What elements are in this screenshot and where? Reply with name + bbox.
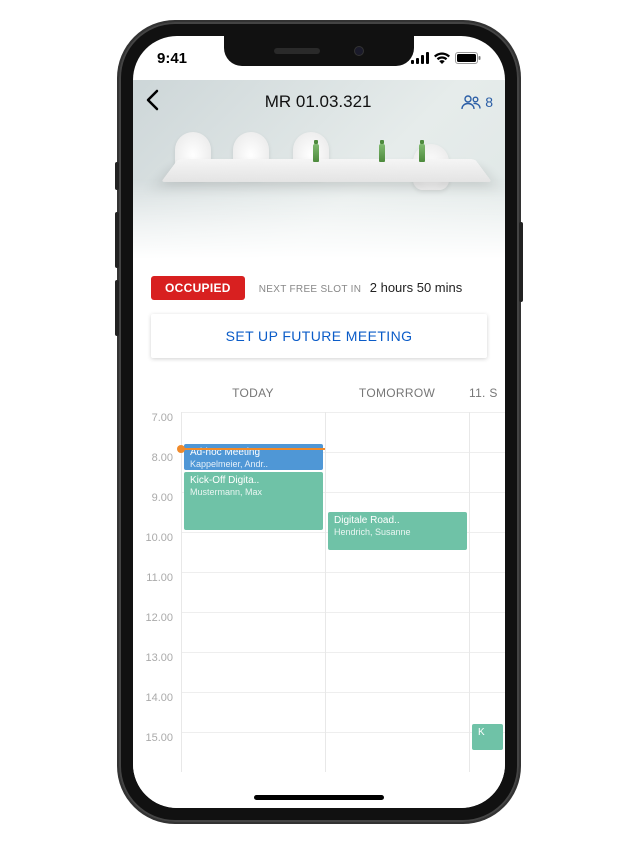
time-label: 9.00	[133, 492, 181, 532]
event-title: K	[478, 727, 497, 739]
time-column: 7.008.009.0010.0011.0012.0013.0014.0015.…	[133, 412, 181, 772]
phone-device-frame: 9:41	[119, 22, 519, 822]
hour-line	[326, 612, 469, 652]
current-time-indicator	[182, 448, 325, 450]
hour-line	[182, 572, 325, 612]
phone-camera	[354, 46, 364, 56]
hour-line	[182, 532, 325, 572]
calendar-grid: 7.008.009.0010.0011.0012.0013.0014.0015.…	[133, 412, 505, 772]
phone-screen: 9:41	[133, 36, 505, 808]
next-slot: NEXT FREE SLOT IN 2 hours 50 mins	[259, 279, 463, 297]
time-label: 14.00	[133, 692, 181, 732]
hour-line	[326, 732, 469, 772]
hour-line	[470, 572, 505, 612]
phone-notch	[224, 36, 414, 66]
event-organizer: Kappelmeier, Andr..	[190, 459, 317, 470]
day-header-tomorrow[interactable]: TOMORROW	[325, 386, 469, 400]
event-organizer: Hendrich, Susanne	[334, 527, 461, 538]
hour-line	[470, 612, 505, 652]
status-time: 9:41	[157, 50, 187, 67]
people-icon	[461, 94, 481, 110]
home-indicator[interactable]	[254, 795, 384, 800]
room-hero-image: MR 01.03.321 8	[133, 80, 505, 260]
phone-volume-up	[115, 212, 119, 268]
day-header-today[interactable]: TODAY	[181, 386, 325, 400]
next-slot-label: NEXT FREE SLOT IN	[259, 284, 362, 295]
time-label: 11.00	[133, 572, 181, 612]
calendar-event[interactable]: Kick-Off Digita..Mustermann, Max	[184, 472, 323, 530]
time-label: 12.00	[133, 612, 181, 652]
hour-line	[326, 572, 469, 612]
cellular-signal-icon	[411, 52, 429, 64]
calendar-event[interactable]: K	[472, 724, 503, 750]
time-label: 15.00	[133, 732, 181, 772]
hour-line	[326, 412, 469, 452]
hour-line	[470, 412, 505, 452]
day-column-tomorrow[interactable]: Digitale Road..Hendrich, Susanne	[325, 412, 469, 772]
calendar-day-headers: TODAY TOMORROW 11. S	[133, 378, 505, 412]
decorative-bottle	[419, 144, 425, 162]
hour-line	[182, 732, 325, 772]
time-label: 7.00	[133, 412, 181, 452]
current-time-dot-icon	[177, 445, 185, 453]
hour-line	[326, 452, 469, 492]
app-content: MR 01.03.321 8 OCCUPIED NEXT FREE SLOT I…	[133, 36, 505, 808]
attendees-button[interactable]: 8	[461, 94, 493, 110]
decorative-chair	[175, 132, 211, 178]
decorative-bottle	[379, 144, 385, 162]
room-title: MR 01.03.321	[265, 92, 372, 112]
hour-line	[470, 652, 505, 692]
header-bar: MR 01.03.321 8	[133, 80, 505, 124]
back-button[interactable]	[145, 86, 175, 118]
hour-line	[326, 692, 469, 732]
setup-future-meeting-button[interactable]: SET UP FUTURE MEETING	[151, 314, 487, 358]
day-column-today[interactable]: Ad-hoc MeetingKappelmeier, Andr..Kick-Of…	[181, 412, 325, 772]
battery-icon	[455, 52, 481, 64]
decorative-chair	[293, 132, 329, 178]
wifi-icon	[434, 52, 450, 64]
hour-line	[182, 652, 325, 692]
hour-line	[470, 492, 505, 532]
hour-line	[470, 532, 505, 572]
time-label: 10.00	[133, 532, 181, 572]
hour-line	[470, 452, 505, 492]
decorative-table	[161, 159, 492, 182]
decorative-bottle	[313, 144, 319, 162]
hour-line	[326, 652, 469, 692]
phone-volume-down	[115, 280, 119, 336]
status-row: OCCUPIED NEXT FREE SLOT IN 2 hours 50 mi…	[151, 276, 487, 300]
occupied-badge: OCCUPIED	[151, 276, 245, 300]
decorative-chair	[233, 132, 269, 178]
calendar[interactable]: TODAY TOMORROW 11. S 7.008.009.0010.0011…	[133, 370, 505, 808]
time-label: 8.00	[133, 452, 181, 492]
next-slot-value: 2 hours 50 mins	[370, 280, 463, 295]
status-section: OCCUPIED NEXT FREE SLOT IN 2 hours 50 mi…	[133, 260, 505, 370]
day-header-next[interactable]: 11. S	[469, 386, 505, 400]
attendees-count: 8	[485, 94, 493, 110]
phone-mute-switch	[115, 162, 119, 190]
hour-line	[182, 692, 325, 732]
event-title: Digitale Road..	[334, 515, 461, 527]
phone-speaker	[274, 48, 320, 54]
phone-power-button	[519, 222, 523, 302]
event-organizer: Mustermann, Max	[190, 487, 317, 498]
status-indicators	[411, 52, 481, 64]
time-label: 13.00	[133, 652, 181, 692]
hour-line	[182, 612, 325, 652]
decorative-chair	[413, 144, 449, 190]
calendar-event[interactable]: Digitale Road..Hendrich, Susanne	[328, 512, 467, 550]
event-title: Kick-Off Digita..	[190, 475, 317, 487]
day-column-next[interactable]: K	[469, 412, 505, 772]
